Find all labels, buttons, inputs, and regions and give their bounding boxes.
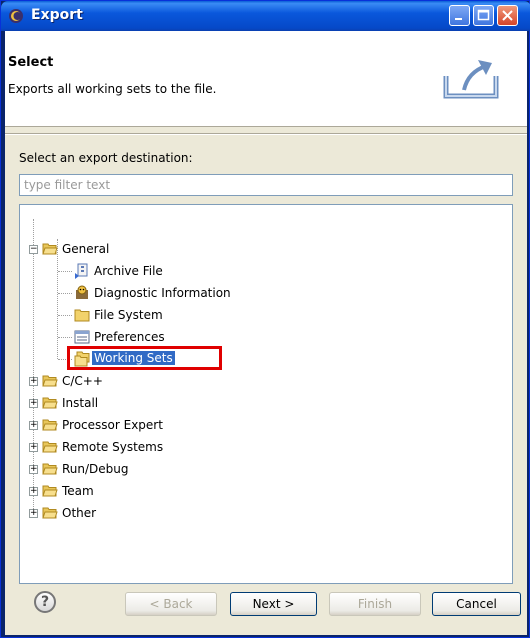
tree-node-label: Install xyxy=(62,396,99,410)
wizard-header: Select Exports all working sets to the f… xyxy=(5,31,527,127)
tree-node-label: Team xyxy=(62,484,94,498)
next-button[interactable]: Next > xyxy=(230,592,317,616)
folder-open-icon xyxy=(42,441,58,453)
selection-highlight-box xyxy=(67,346,222,370)
page-description: Exports all working sets to the file. xyxy=(8,82,217,96)
folder-open-icon xyxy=(42,375,58,387)
minimize-button[interactable] xyxy=(449,5,470,26)
archive-file-icon xyxy=(75,263,88,279)
tree-node-preferences[interactable]: Preferences xyxy=(20,327,510,347)
tree-node-label: Diagnostic Information xyxy=(94,286,231,300)
export-wizard-tree[interactable]: − General Archive File Diagnostic Inform… xyxy=(19,204,513,584)
tree-node-label: Processor Expert xyxy=(62,418,163,432)
folder-open-icon xyxy=(42,485,58,497)
expand-icon[interactable]: + xyxy=(29,465,38,474)
tree-node-label: File System xyxy=(94,308,163,322)
export-wizard-icon xyxy=(443,60,499,99)
title-bar[interactable]: Export xyxy=(1,1,530,31)
finish-button[interactable]: Finish xyxy=(329,592,421,616)
tree-node-file-system[interactable]: File System xyxy=(20,305,510,325)
folder-open-icon xyxy=(42,397,58,409)
expand-icon[interactable]: + xyxy=(29,443,38,452)
tree-node-label: Run/Debug xyxy=(62,462,129,476)
folder-open-icon xyxy=(42,419,58,431)
dialog-body: Select Exports all working sets to the f… xyxy=(5,31,527,635)
tree-node-diagnostic-information[interactable]: Diagnostic Information xyxy=(20,283,510,303)
expand-icon[interactable]: + xyxy=(29,421,38,430)
tree-node-team[interactable]: + Team xyxy=(20,481,510,501)
tree-node-label: Other xyxy=(62,506,97,520)
tree-node-label: General xyxy=(62,242,110,256)
window-title: Export xyxy=(31,7,83,23)
tree-node-run-debug[interactable]: + Run/Debug xyxy=(20,459,510,479)
tree-node-label: Archive File xyxy=(94,264,163,278)
eclipse-icon xyxy=(9,9,23,23)
header-separator xyxy=(5,133,527,135)
tree-node-install[interactable]: + Install xyxy=(20,393,510,413)
export-dialog: Export Select Exports all working sets t… xyxy=(0,0,530,638)
help-button[interactable]: ? xyxy=(34,591,56,613)
close-icon xyxy=(502,10,513,21)
export-destination-label: Select an export destination: xyxy=(19,151,193,165)
tree-node-label: C/C++ xyxy=(62,374,103,388)
expand-icon[interactable]: + xyxy=(29,377,38,386)
tree-node-cpp[interactable]: + C/C++ xyxy=(20,371,510,391)
maximize-icon xyxy=(477,9,490,21)
cancel-button[interactable]: Cancel xyxy=(432,592,521,616)
help-icon: ? xyxy=(40,594,50,610)
page-title: Select xyxy=(8,55,54,70)
tree-node-label: Preferences xyxy=(94,330,165,344)
preferences-icon xyxy=(74,330,90,344)
tree-node-other[interactable]: + Other xyxy=(20,503,510,523)
tree-node-general[interactable]: − General xyxy=(20,239,510,259)
collapse-icon[interactable]: − xyxy=(29,245,38,254)
expand-icon[interactable]: + xyxy=(29,509,38,518)
tree-node-archive-file[interactable]: Archive File xyxy=(20,261,510,281)
folder-open-icon xyxy=(42,463,58,475)
diagnostic-icon xyxy=(76,285,88,299)
expand-icon[interactable]: + xyxy=(29,487,38,496)
folder-icon xyxy=(74,309,90,322)
folder-open-icon xyxy=(42,243,58,255)
close-button[interactable] xyxy=(497,5,518,26)
filter-input[interactable] xyxy=(19,174,513,196)
tree-node-processor-expert[interactable]: + Processor Expert xyxy=(20,415,510,435)
back-button[interactable]: < Back xyxy=(125,592,217,616)
tree-node-remote-systems[interactable]: + Remote Systems xyxy=(20,437,510,457)
tree-node-label: Remote Systems xyxy=(62,440,164,454)
expand-icon[interactable]: + xyxy=(29,399,38,408)
minimize-icon xyxy=(455,18,462,20)
maximize-button[interactable] xyxy=(473,5,494,26)
folder-open-icon xyxy=(42,507,58,519)
